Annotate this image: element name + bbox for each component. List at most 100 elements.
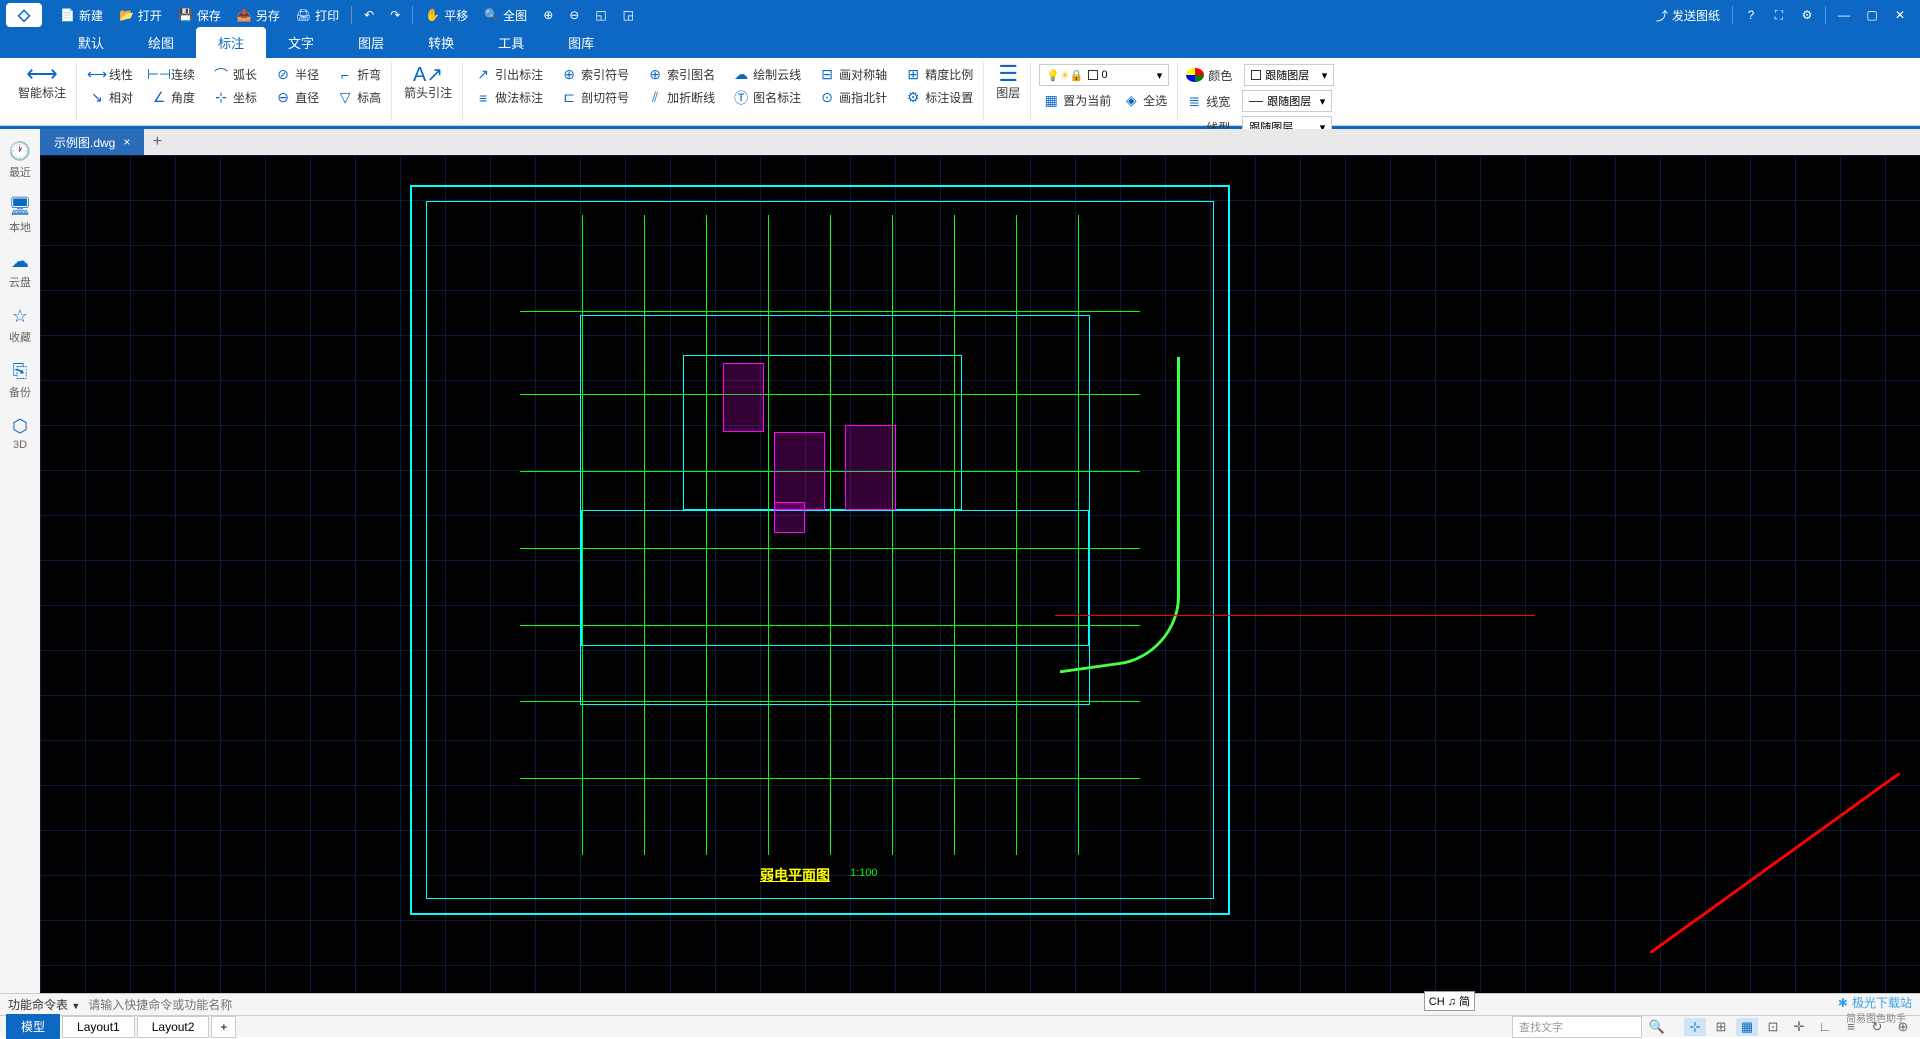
sidebar-cloud[interactable]: ☁云盘 bbox=[5, 247, 35, 294]
arc-dim-button[interactable]: ⌒弧长 bbox=[209, 64, 261, 85]
new-button[interactable]: 📄新建 bbox=[52, 0, 111, 30]
zoom-out-icon: ⊖ bbox=[569, 8, 579, 22]
section-symbol-button[interactable]: ⊏剖切符号 bbox=[557, 87, 633, 108]
redo-button[interactable]: ↷ bbox=[382, 0, 408, 30]
menu-draw[interactable]: 绘图 bbox=[126, 27, 196, 58]
linear-icon: ⟷ bbox=[89, 67, 105, 83]
zoom-window-icon: ◱ bbox=[595, 8, 606, 22]
diameter-dim-button[interactable]: ⊖直径 bbox=[271, 87, 323, 108]
snap-toggle[interactable]: ⊹ bbox=[1684, 1018, 1706, 1036]
menu-default[interactable]: 默认 bbox=[56, 27, 126, 58]
settings-button[interactable]: ⚙ bbox=[1793, 1, 1821, 29]
grid-display-toggle[interactable]: ▦ bbox=[1736, 1018, 1758, 1036]
separator bbox=[1732, 6, 1733, 24]
menu-convert[interactable]: 转换 bbox=[406, 27, 476, 58]
arrow-leader-button[interactable]: A↗ 箭头引注 bbox=[400, 64, 456, 103]
drawing-canvas[interactable]: 弱电平面图 1:100 bbox=[40, 155, 1920, 993]
add-layout-tab[interactable]: + bbox=[211, 1016, 236, 1038]
sidebar-backup[interactable]: ⎘备份 bbox=[5, 357, 35, 404]
menu-layer[interactable]: 图层 bbox=[336, 27, 406, 58]
folder-open-icon: 📂 bbox=[119, 8, 134, 22]
document-tab[interactable]: 示例图.dwg × bbox=[40, 129, 144, 155]
color-dropdown[interactable]: 跟随图层▾ bbox=[1244, 64, 1334, 86]
open-button[interactable]: 📂打开 bbox=[111, 0, 170, 30]
building-curve-edge bbox=[1060, 357, 1180, 674]
menu-library[interactable]: 图库 bbox=[546, 27, 616, 58]
precision-scale-button[interactable]: ⊞精度比例 bbox=[901, 64, 977, 85]
zoom-prev-button[interactable]: ◲ bbox=[615, 0, 642, 30]
command-input[interactable] bbox=[88, 998, 1912, 1012]
sidebar-recent[interactable]: 🕐最近 bbox=[5, 137, 35, 184]
zoom-prev-icon: ◲ bbox=[623, 8, 634, 22]
method-annot-button[interactable]: ≡做法标注 bbox=[471, 87, 547, 108]
maximize-button[interactable]: ▢ bbox=[1858, 1, 1886, 29]
coord-dim-button[interactable]: ⊹坐标 bbox=[209, 87, 261, 108]
close-button[interactable]: ✕ bbox=[1886, 1, 1914, 29]
save-button[interactable]: 💾保存 bbox=[170, 0, 229, 30]
linear-dim-button[interactable]: ⟷线性 bbox=[85, 64, 137, 85]
hand-icon: ✋ bbox=[425, 8, 440, 22]
continuous-dim-button[interactable]: ⊢⊣连续 bbox=[147, 64, 199, 85]
menu-text[interactable]: 文字 bbox=[266, 27, 336, 58]
continuous-icon: ⊢⊣ bbox=[151, 67, 167, 83]
print-button[interactable]: 🖨打印 bbox=[288, 0, 347, 30]
leader-annot-button[interactable]: ↗引出标注 bbox=[471, 64, 547, 85]
help-button[interactable]: ? bbox=[1737, 1, 1765, 29]
search-button[interactable]: 🔍 bbox=[1646, 1018, 1668, 1036]
close-tab-icon[interactable]: × bbox=[123, 135, 130, 149]
sidebar-favorites[interactable]: ☆收藏 bbox=[5, 302, 35, 349]
fullscreen-button[interactable]: ⛶ bbox=[1765, 1, 1793, 29]
command-label[interactable]: 功能命令表 ▼ bbox=[8, 996, 80, 1013]
undo-button[interactable]: ↶ bbox=[356, 0, 382, 30]
osnap-toggle[interactable]: ∟ bbox=[1814, 1018, 1836, 1036]
symmetry-axis-button[interactable]: ⊟画对称轴 bbox=[815, 64, 891, 85]
color-label: 颜色 bbox=[1208, 67, 1240, 84]
revision-cloud-button[interactable]: ☁绘制云线 bbox=[729, 64, 805, 85]
sidebar-3d[interactable]: ⬡3D bbox=[8, 412, 32, 455]
break-line-button[interactable]: ⫽加折断线 bbox=[643, 87, 719, 108]
layout-tab-2[interactable]: Layout2 bbox=[137, 1016, 210, 1038]
smart-annotate-button[interactable]: ⟷ 智能标注 bbox=[14, 64, 70, 103]
index-symbol-button[interactable]: ⊕索引符号 bbox=[557, 64, 633, 85]
add-document-tab[interactable]: + bbox=[144, 129, 170, 155]
layer-dropdown[interactable]: 💡 ☀ 🔒 0 ▾ bbox=[1039, 64, 1169, 86]
select-all-button[interactable]: ◈全选 bbox=[1119, 90, 1171, 111]
jog-dim-button[interactable]: ⌐折弯 bbox=[333, 64, 385, 85]
grid-toggle[interactable]: ⊞ bbox=[1710, 1018, 1732, 1036]
index-name-button[interactable]: ⊕索引图名 bbox=[643, 64, 719, 85]
lineweight-dropdown[interactable]: 跟随图层▾ bbox=[1242, 90, 1332, 112]
zoom-out-button[interactable]: ⊖ bbox=[561, 0, 587, 30]
ortho-toggle[interactable]: ⊡ bbox=[1762, 1018, 1784, 1036]
minimize-button[interactable]: — bbox=[1830, 1, 1858, 29]
layout-tab-model[interactable]: 模型 bbox=[6, 1014, 60, 1039]
angle-dim-button[interactable]: ∠角度 bbox=[147, 87, 199, 108]
polar-toggle[interactable]: ✛ bbox=[1788, 1018, 1810, 1036]
menubar: 默认 绘图 标注 文字 图层 转换 工具 图库 bbox=[0, 30, 1920, 58]
relative-icon: ↘ bbox=[89, 90, 105, 106]
north-arrow-button[interactable]: ⊙画指北针 bbox=[815, 87, 891, 108]
view-name-button[interactable]: Ⓣ图名标注 bbox=[729, 87, 805, 108]
annot-settings-button[interactable]: ⚙标注设置 bbox=[901, 87, 977, 108]
pan-button[interactable]: ✋平移 bbox=[417, 0, 476, 30]
osnap-icon: ∟ bbox=[1819, 1019, 1832, 1034]
sidebar-local[interactable]: 🖥本地 bbox=[5, 192, 36, 239]
elevation-dim-button[interactable]: ▽标高 bbox=[333, 87, 385, 108]
menu-annotate[interactable]: 标注 bbox=[196, 27, 266, 58]
relative-dim-button[interactable]: ↘相对 bbox=[85, 87, 137, 108]
search-input[interactable]: 查找文字 bbox=[1512, 1016, 1642, 1038]
layout-tab-1[interactable]: Layout1 bbox=[62, 1016, 135, 1038]
cloud-icon: ☁ bbox=[11, 251, 29, 272]
send-drawing-button[interactable]: ⤴发送图纸 bbox=[1648, 0, 1728, 30]
zoom-window-button[interactable]: ◱ bbox=[587, 0, 614, 30]
layer-manager-button[interactable]: ☰ 图层 bbox=[992, 64, 1024, 103]
star-icon: ☆ bbox=[12, 306, 28, 327]
fit-button[interactable]: 🔍全图 bbox=[476, 0, 535, 30]
menu-tools[interactable]: 工具 bbox=[476, 27, 546, 58]
radius-dim-button[interactable]: ⊘半径 bbox=[271, 64, 323, 85]
section-icon: ⊏ bbox=[561, 90, 577, 106]
set-current-layer-button[interactable]: ▦置为当前 bbox=[1039, 90, 1115, 111]
close-icon: ✕ bbox=[1895, 8, 1905, 22]
saveas-button[interactable]: 📤另存 bbox=[229, 0, 288, 30]
zoom-in-button[interactable]: ⊕ bbox=[535, 0, 561, 30]
backup-icon: ⎘ bbox=[13, 361, 27, 382]
